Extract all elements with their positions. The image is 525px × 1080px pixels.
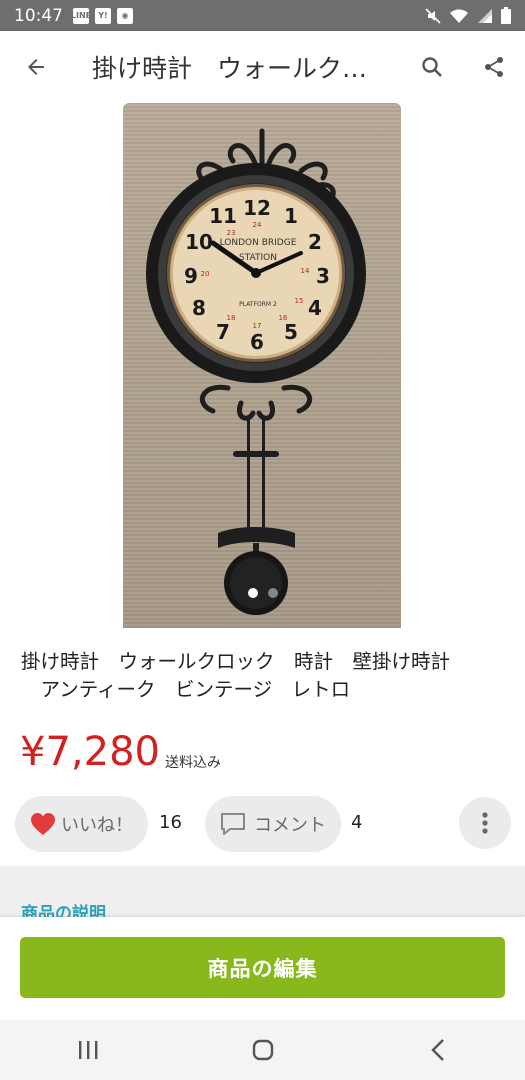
edit-item-button[interactable]: 商品の編集: [20, 937, 505, 998]
recent-apps-button[interactable]: [58, 1020, 118, 1080]
clock-inner-18: 17: [253, 322, 262, 330]
yahoo-icon: Y!: [95, 7, 111, 24]
like-count: 16: [159, 812, 182, 833]
product-title: 掛け時計 ウォールクロック 時計 壁掛け時計 アンティーク ビンテージ レトロ: [21, 648, 511, 704]
gallery-next-button[interactable]: [481, 348, 507, 392]
app-bar: 掛け時計 ウォールク…: [0, 31, 525, 103]
clock-inner-19: 18: [227, 314, 236, 322]
clock-number-6: 6: [250, 330, 264, 354]
clock-number-11: 11: [209, 204, 237, 228]
like-label: いいね！: [61, 815, 133, 836]
share-icon: [485, 57, 503, 77]
clock-number-10: 10: [185, 230, 213, 254]
more-vert-icon: [482, 812, 488, 834]
status-bar: 10:47 LINE Y! ◉: [0, 0, 525, 31]
product-photo[interactable]: LONDON BRIDGE STATION PLATFORM 2 12 1 2 …: [123, 103, 401, 628]
wall-clock-illustration: LONDON BRIDGE STATION PLATFORM 2 12 1 2 …: [146, 128, 366, 615]
mute-icon: [425, 7, 441, 24]
dial-text-1: LONDON BRIDGE: [220, 238, 297, 248]
clock-number-9: 9: [184, 264, 198, 288]
camera-icon: ◉: [117, 7, 133, 24]
dial-text-3: PLATFORM 2: [239, 301, 277, 308]
line-icon: LINE: [71, 7, 91, 24]
clock-number-12: 12: [243, 196, 271, 220]
description-heading: 商品の説明: [21, 904, 106, 918]
product-title-line-1: 掛け時計 ウォールクロック 時計 壁掛け時計: [21, 650, 451, 673]
home-icon: [252, 1039, 273, 1061]
wifi-icon: [450, 8, 468, 23]
clock-number-3: 3: [316, 264, 330, 288]
clock-inner-17: 16: [279, 314, 288, 322]
search-icon: [422, 57, 442, 77]
clock-number-7: 7: [216, 320, 230, 344]
signal-icon: [478, 8, 492, 23]
comment-label: コメント: [254, 815, 326, 836]
heart-icon: [31, 813, 55, 835]
search-button[interactable]: [410, 45, 454, 89]
battery-icon: [501, 7, 511, 24]
clock-number-4: 4: [308, 296, 322, 320]
system-back-icon: [430, 1039, 444, 1061]
clock-inner-23: 23: [227, 229, 236, 237]
share-button[interactable]: [472, 45, 516, 89]
more-options-button[interactable]: [459, 797, 511, 849]
system-back-button[interactable]: [408, 1020, 468, 1080]
page-title: 掛け時計 ウォールク…: [92, 54, 368, 83]
arrow-back-icon: [28, 59, 44, 75]
clock-inner-21: 20: [201, 270, 210, 278]
comment-icon: [221, 813, 245, 835]
clock-inner-24: 24: [253, 221, 262, 229]
product-price: ¥7,280: [20, 729, 160, 775]
system-nav-bar: [0, 1020, 525, 1080]
like-button[interactable]: いいね！: [15, 796, 148, 852]
gallery-page-indicator: [0, 588, 525, 598]
gallery-dot-1[interactable]: [247, 588, 258, 598]
chevron-right-icon: [483, 348, 506, 388]
product-image-gallery[interactable]: LONDON BRIDGE STATION PLATFORM 2 12 1 2 …: [0, 103, 525, 628]
comment-count: 4: [351, 812, 363, 833]
clock-inner-16: 15: [295, 297, 304, 305]
recent-apps-icon: [78, 1041, 97, 1059]
clock-number-5: 5: [284, 320, 298, 344]
comment-button[interactable]: コメント: [205, 796, 341, 852]
gallery-dot-2[interactable]: [267, 588, 278, 598]
home-button[interactable]: [233, 1020, 293, 1080]
clock-number-8: 8: [192, 296, 206, 320]
product-title-line-2: アンティーク ビンテージ レトロ: [21, 678, 351, 701]
dial-text-2: STATION: [239, 253, 277, 263]
status-time: 10:47: [14, 5, 63, 26]
clock-number-2: 2: [308, 230, 322, 254]
shipping-label: 送料込み: [165, 755, 221, 771]
clock-number-1: 1: [284, 204, 298, 228]
back-button[interactable]: [0, 31, 72, 103]
clock-inner-15: 14: [301, 267, 310, 275]
